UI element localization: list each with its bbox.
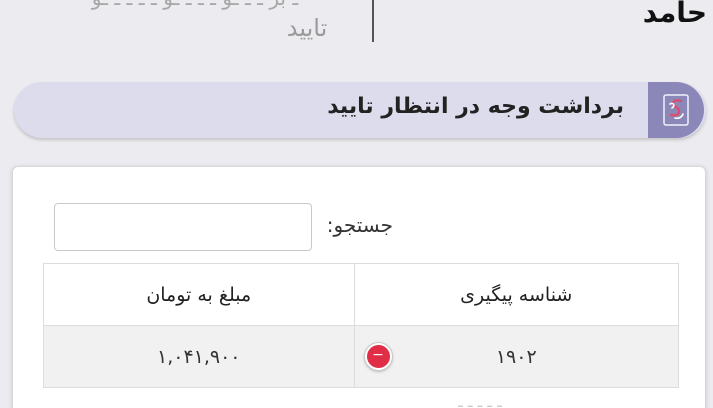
column-header-amount[interactable]: مبلغ به تومان <box>43 263 355 326</box>
brand-logo-svg <box>663 94 689 126</box>
page-title: برداشت وجه در انتظار تایید <box>327 94 624 119</box>
withdrawals-card: جستجو: مبلغ به تومان شناسه پیگیری ۱,۰۴۱,… <box>12 166 706 408</box>
search-label: جستجو: <box>326 213 393 237</box>
header-cut-text: ـ بر ـ ـ ـو ـ ـ ـ ـو ـ ـ ـ ـ ـو <box>30 0 360 10</box>
search-input[interactable] <box>54 203 312 251</box>
cell-amount: ۱,۰۴۱,۹۰۰ <box>43 325 355 388</box>
column-header-tracking-id[interactable]: شناسه پیگیری <box>353 263 680 326</box>
row-collapse-icon[interactable]: − <box>364 343 392 370</box>
table-row[interactable]: ۱,۰۴۱,۹۰۰ ۱۹۰۲ − <box>43 325 680 388</box>
cell-tracking-id: ۱۹۰۲ − <box>353 325 680 388</box>
table-header-row: مبلغ به تومان شناسه پیگیری <box>43 263 680 326</box>
header-divider <box>372 0 374 42</box>
withdrawals-table: مبلغ به تومان شناسه پیگیری ۱,۰۴۱,۹۰۰ ۱۹۰… <box>43 263 680 388</box>
top-header: حامد ـ بر ـ ـ ـو ـ ـ ـ ـو ـ ـ ـ ـ ـو تای… <box>0 0 713 72</box>
user-name: حامد <box>642 0 707 29</box>
brand-logo-icon <box>648 82 704 138</box>
tracking-id-text: ۱۹۰۲ <box>495 345 537 368</box>
page-banner: برداشت وجه در انتظار تایید <box>14 82 706 138</box>
header-status-text: تایید <box>286 14 328 42</box>
footer-cut-text: ـ ـ ـ ـ ـ <box>458 392 502 408</box>
